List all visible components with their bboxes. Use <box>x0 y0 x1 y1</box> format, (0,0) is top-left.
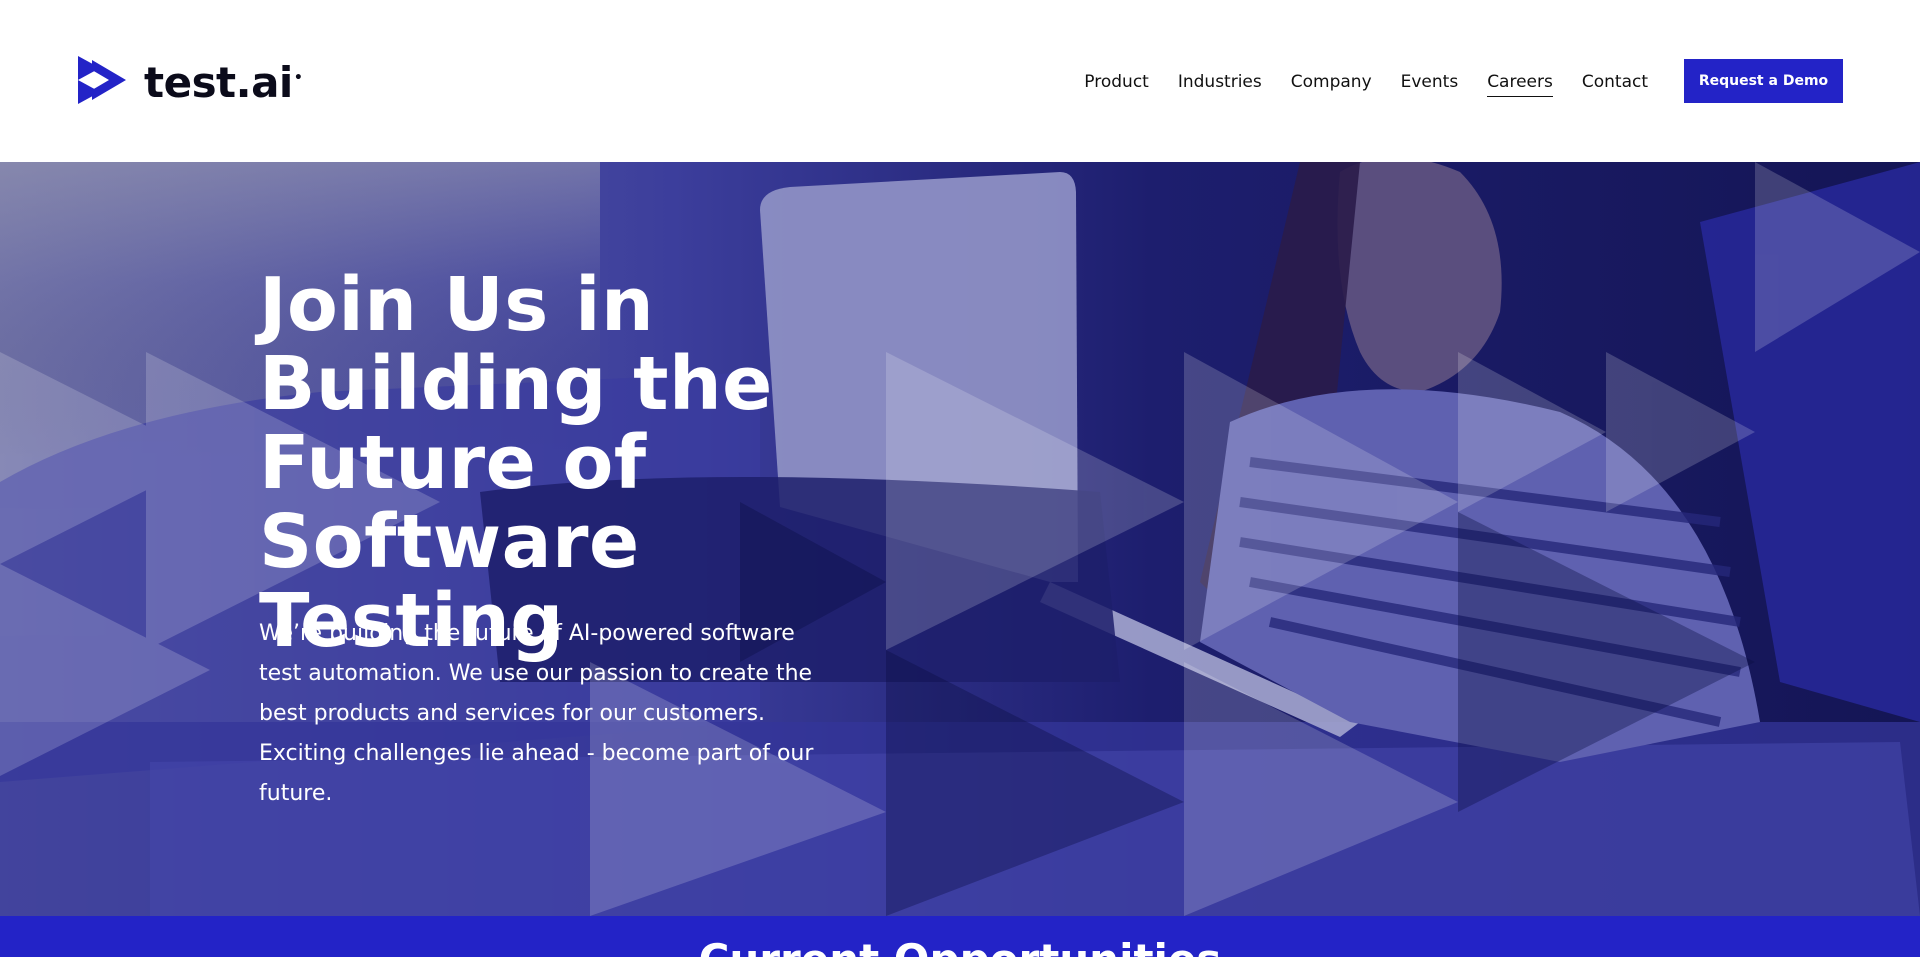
nav-careers[interactable]: Careers <box>1487 70 1553 97</box>
logo-link[interactable]: test.ai• <box>78 56 303 107</box>
nav-industries[interactable]: Industries <box>1178 70 1262 97</box>
nav-company[interactable]: Company <box>1291 70 1372 97</box>
main-nav: Product Industries Company Events Career… <box>1084 70 1648 97</box>
request-demo-button[interactable]: Request a Demo <box>1684 59 1843 103</box>
current-opportunities-section: Current Opportunities <box>0 916 1920 957</box>
logo-chevrons-icon <box>78 56 126 104</box>
nav-product[interactable]: Product <box>1084 70 1149 97</box>
site-header: test.ai• Product Industries Company Even… <box>0 0 1920 162</box>
hero-description: We’re building the future of AI-powered … <box>259 621 814 806</box>
nav-events[interactable]: Events <box>1401 70 1459 97</box>
section-title: Current Opportunities <box>0 936 1920 957</box>
logo-wordmark: test.ai• <box>144 57 303 107</box>
hero-title: Join Us in Building the Future of Softwa… <box>259 262 773 664</box>
nav-contact[interactable]: Contact <box>1582 70 1648 97</box>
hero-section: Join Us in Building the Future of Softwa… <box>0 162 1920 916</box>
